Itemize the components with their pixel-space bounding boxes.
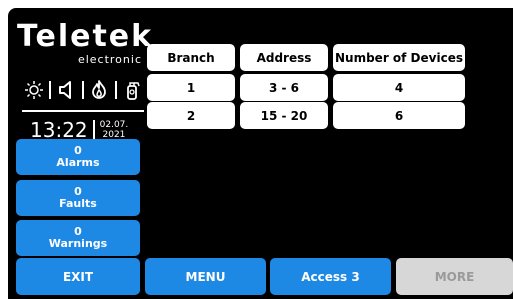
date-day-month: 02.07.: [99, 120, 129, 130]
fire-extinguisher-icon: [127, 82, 140, 100]
alarms-button[interactable]: 0 Alarms: [16, 139, 140, 175]
warnings-label: Warnings: [48, 237, 108, 250]
brand-subtitle: electronic: [77, 53, 142, 66]
faults-label: Faults: [59, 197, 97, 210]
flame-icon: [92, 80, 107, 99]
warnings-button[interactable]: 0 Warnings: [16, 220, 140, 256]
separator: [81, 81, 84, 99]
brand-logo: Teletek: [17, 19, 154, 54]
cell-number-of-devices[interactable]: 4: [333, 74, 465, 101]
access-level-button[interactable]: Access 3: [270, 258, 391, 295]
menu-button[interactable]: MENU: [145, 258, 266, 295]
clock-date: 02.07. 2021: [100, 120, 129, 140]
more-button[interactable]: MORE: [396, 258, 513, 295]
faults-button[interactable]: 0 Faults: [16, 180, 140, 216]
header-number-of-devices: Number of Devices: [333, 44, 465, 71]
header-address: Address: [240, 44, 328, 71]
status-icons: [24, 78, 142, 102]
clock-time: 13:22: [30, 118, 88, 142]
cell-branch[interactable]: 1: [147, 74, 235, 101]
separator: [92, 120, 95, 140]
alarms-label: Alarms: [56, 156, 100, 169]
cell-address[interactable]: 15 - 20: [240, 102, 328, 129]
cell-address[interactable]: 3 - 6: [240, 74, 328, 101]
separator: [114, 81, 117, 99]
panel-screen: Teletek electronic 13:22 02.07. 2021 0 A…: [8, 8, 513, 299]
header-branch: Branch: [147, 44, 235, 71]
divider: [22, 110, 144, 112]
exit-button[interactable]: EXIT: [16, 258, 140, 295]
separator: [49, 81, 52, 99]
sun-icon: [25, 81, 43, 99]
cell-number-of-devices[interactable]: 6: [333, 102, 465, 129]
cell-branch[interactable]: 2: [147, 102, 235, 129]
speaker-icon: [58, 81, 71, 99]
